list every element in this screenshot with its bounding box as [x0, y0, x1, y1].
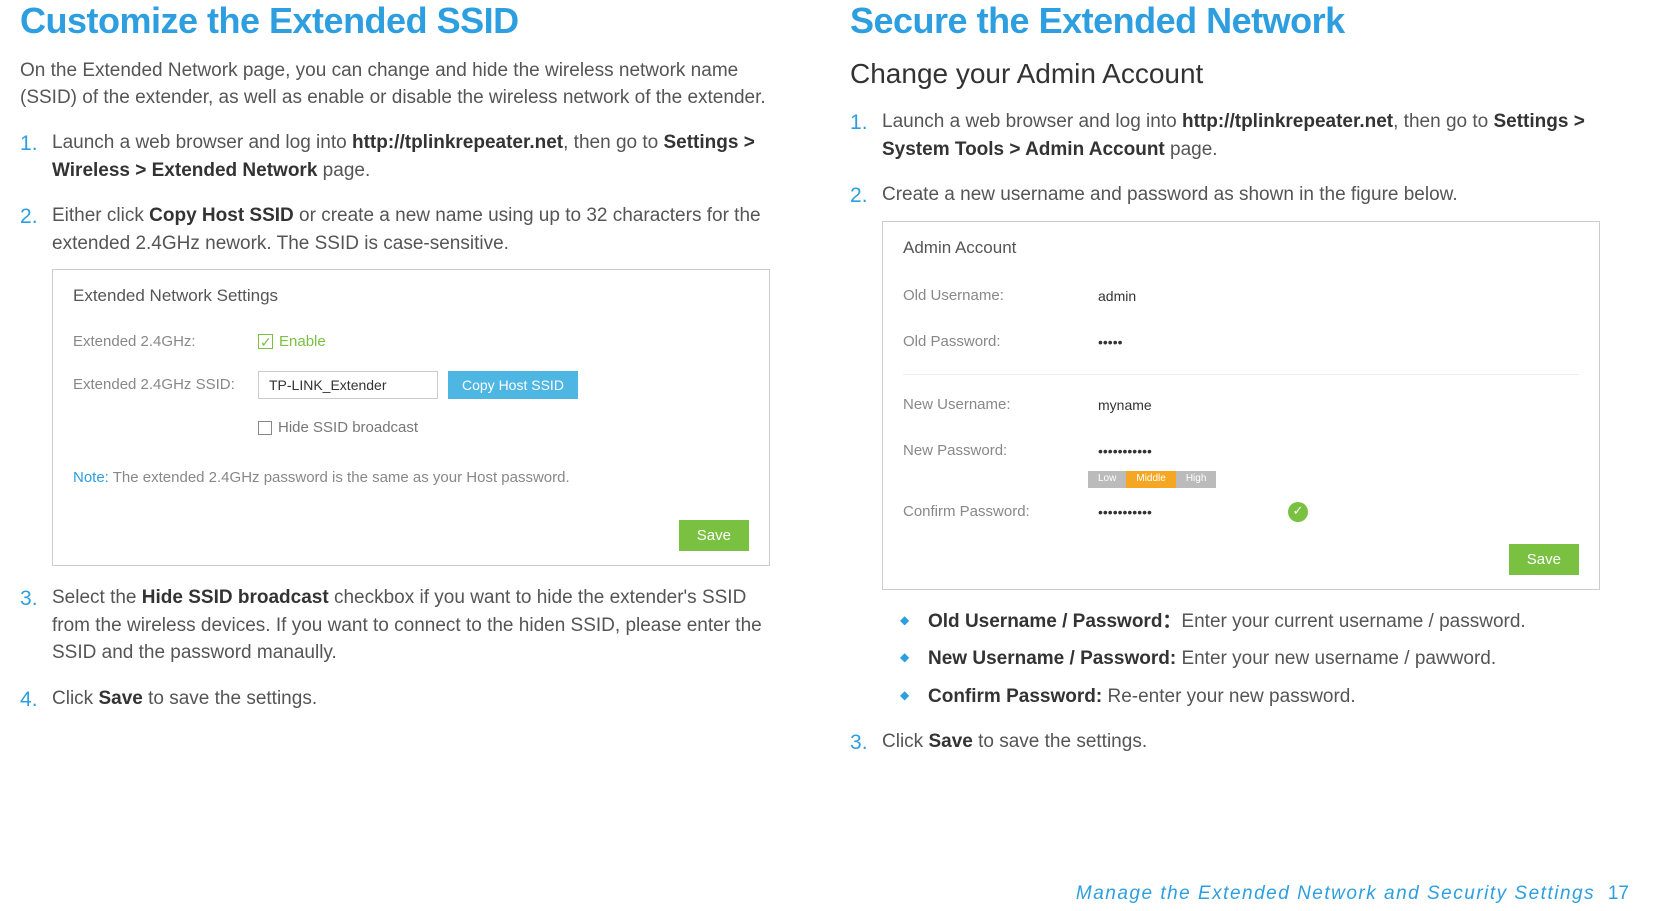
left-intro: On the Extended Network page, you can ch… [20, 58, 770, 111]
url: http://tplinkrepeater.net [352, 132, 563, 153]
confirm-password-label: Confirm Password: [903, 501, 1078, 523]
strength-low: Low [1088, 471, 1126, 488]
page-footer: Manage the Extended Network and Security… [1076, 883, 1629, 905]
left-step-3: Select the Hide SSID broadcast checkbox … [20, 584, 770, 667]
save-button[interactable]: Save [679, 520, 749, 551]
left-step-4: Click Save to save the settings. [20, 685, 770, 713]
ssid-input[interactable] [258, 371, 438, 399]
old-username-label: Old Username: [903, 285, 1078, 307]
password-strength-meter: Low Middle High [1088, 471, 1579, 488]
new-password-label: New Password: [903, 440, 1078, 462]
page-number: 17 [1608, 883, 1629, 904]
checkbox-unchecked-icon [258, 421, 272, 435]
check-ok-icon: ✓ [1288, 502, 1308, 522]
copy-host-ssid-button[interactable]: Copy Host SSID [448, 371, 578, 399]
right-steps: Launch a web browser and log into http:/… [850, 108, 1600, 756]
extended-network-screenshot: Extended Network Settings Extended 2.4GH… [52, 269, 770, 566]
extended-ssid-label: Extended 2.4GHz SSID: [73, 374, 248, 396]
desc-old: Old Username / Password：Enter your curre… [900, 608, 1600, 636]
strength-high: High [1176, 471, 1217, 488]
right-column: Secure the Extended Network Change your … [850, 0, 1600, 774]
confirm-password-input[interactable] [1088, 498, 1268, 526]
left-steps: Launch a web browser and log into http:/… [20, 129, 770, 712]
hide-ssid-checkbox[interactable]: Hide SSID broadcast [258, 417, 749, 439]
save-button[interactable]: Save [1509, 544, 1579, 575]
left-step-2: Either click Copy Host SSID or create a … [20, 202, 770, 566]
left-step-1: Launch a web browser and log into http:/… [20, 129, 770, 184]
separator [903, 374, 1579, 375]
note-row: Note: The extended 2.4GHz password is th… [73, 467, 749, 489]
desc-new: New Username / Password: Enter your new … [900, 645, 1600, 673]
new-username-label: New Username: [903, 394, 1078, 416]
right-title: Secure the Extended Network [850, 0, 1600, 42]
right-subtitle: Change your Admin Account [850, 58, 1600, 90]
shot-title: Extended Network Settings [73, 284, 749, 309]
admin-account-screenshot: Admin Account Old Username: Old Password… [882, 221, 1600, 590]
new-username-input[interactable] [1088, 391, 1268, 419]
checkbox-checked-icon [258, 334, 273, 349]
left-title: Customize the Extended SSID [20, 0, 770, 42]
enable-checkbox[interactable]: Enable [258, 331, 326, 353]
desc-confirm: Confirm Password: Re-enter your new pass… [900, 683, 1600, 711]
left-column: Customize the Extended SSID On the Exten… [20, 0, 770, 774]
field-descriptions: Old Username / Password：Enter your curre… [882, 608, 1600, 711]
right-step-2: Create a new username and password as sh… [850, 181, 1600, 710]
new-password-input[interactable] [1088, 437, 1268, 465]
right-step-1: Launch a web browser and log into http:/… [850, 108, 1600, 163]
old-password-label: Old Password: [903, 331, 1078, 353]
url: http://tplinkrepeater.net [1182, 111, 1393, 132]
shot-admin-title: Admin Account [903, 236, 1579, 261]
extended-24-label: Extended 2.4GHz: [73, 331, 248, 353]
strength-middle: Middle [1126, 471, 1175, 488]
right-step-3: Click Save to save the settings. [850, 728, 1600, 756]
old-password-input[interactable] [1088, 328, 1268, 356]
old-username-input[interactable] [1088, 282, 1268, 310]
